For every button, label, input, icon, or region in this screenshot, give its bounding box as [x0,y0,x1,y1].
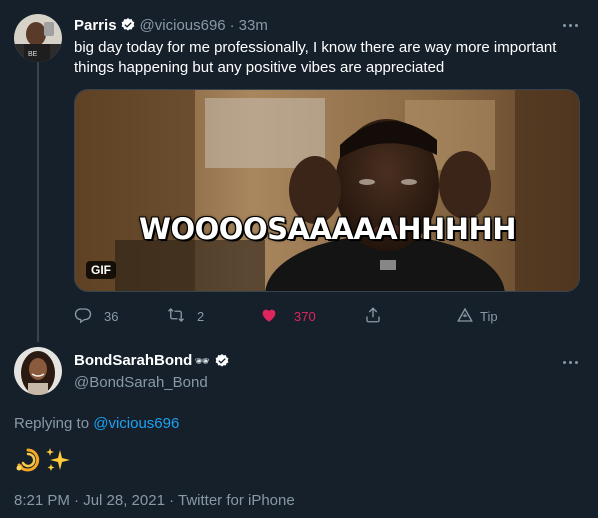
gif-image [75,90,579,291]
gif-caption: WOOOOSAAAAAHHHHH [139,212,517,246]
separator-dot: · [229,16,235,34]
sparkles-emoji [44,446,72,476]
verified-badge-icon [120,17,136,33]
reply-button[interactable]: 36 [74,304,118,328]
author-name[interactable]: Parris [74,17,117,34]
tip-label: Tip [480,308,498,324]
reply-author-handle[interactable]: @BondSarah_Bond [74,374,208,391]
thread-connector-line [37,62,39,342]
retweet-count: 2 [197,308,205,324]
replying-to-link[interactable]: @vicious696 [93,415,179,432]
tweet-actions: 36 2 370 Tip [74,304,580,328]
retweet-button[interactable]: 2 [167,304,204,328]
tweet-text: big day today for me professionally, I k… [74,39,557,76]
share-icon [364,306,382,327]
like-button[interactable]: 370 [260,304,316,328]
retweet-icon [167,306,185,327]
dizzy-emoji [14,446,42,476]
svg-text:BE: BE [28,51,38,58]
gif-badge: GIF [86,261,116,279]
share-button[interactable] [364,304,382,328]
tweet-thread: BE Parris @vicious696 · 33m big day toda… [0,0,598,518]
heart-icon [260,306,278,327]
reply-body [14,446,72,476]
tweet-time[interactable]: 33m [239,17,268,34]
reply-count: 36 [104,308,119,324]
more-options-icon[interactable] [560,20,580,30]
reply-timestamp[interactable]: 8:21 PM · Jul 28, 2021 · Twitter for iPh… [14,492,295,509]
more-options-icon[interactable] [560,357,580,367]
verified-badge-icon [214,353,230,369]
tip-icon [456,306,474,327]
tip-button[interactable]: Tip [456,304,498,328]
like-count: 370 [294,308,316,324]
tweet-header: Parris @vicious696 · 33m [74,15,268,35]
avatar[interactable]: BE [14,14,62,62]
replying-prefix: Replying to [14,415,94,432]
reply-author-name[interactable]: BondSarahBond [74,352,192,369]
replying-to-line: Replying to @vicious696 [14,415,179,432]
reply-header: BondSarahBond 🕶 [74,352,234,369]
tweet-gif[interactable]: WOOOOSAAAAAHHHHH GIF [74,89,580,292]
sunglasses-emoji: 🕶 [194,353,210,368]
author-handle[interactable]: @vicious696 [140,17,226,34]
reply-icon [74,306,92,327]
avatar[interactable] [14,347,62,395]
